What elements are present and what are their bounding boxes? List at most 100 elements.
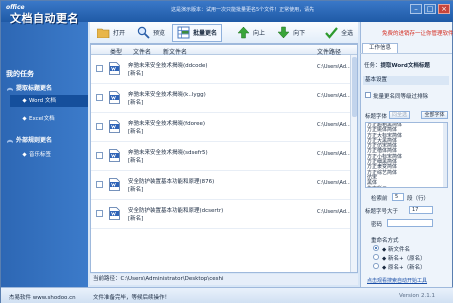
- search-unit-label: 段（行）: [407, 196, 430, 202]
- row-newname: [新名]: [128, 71, 144, 77]
- promo-link[interactable]: 免费的进销存一让你管理软件: [382, 29, 453, 37]
- batch-rename-label: 批量更名: [193, 30, 218, 37]
- sidebar-group-external-rules[interactable]: ︽ 外部规则更名: [7, 135, 52, 144]
- status-version: Version 2.1.1: [399, 293, 435, 299]
- maximize-button[interactable]: □: [424, 4, 436, 14]
- logo-title: 文档自动更名: [10, 12, 79, 25]
- table-row[interactable]: 奔驰未来安全技术揭晓(fdoree) [新名] C:\Users\Ad...: [91, 113, 357, 142]
- table-row[interactable]: 安全防护装置基本功能和原理(dcsertr) [新名] C:\Users\Ad...: [91, 200, 357, 229]
- move-up-button[interactable]: 向上: [232, 24, 270, 42]
- arrow-down-icon: [277, 26, 290, 39]
- preview-button[interactable]: 预览: [132, 24, 170, 42]
- radio-new-name[interactable]: [373, 245, 379, 251]
- table-row[interactable]: 奔驰未来安全技术揭晓(k..lygg) [新名] C:\Users\Ad...: [91, 84, 357, 113]
- move-down-button[interactable]: 向下: [272, 24, 310, 42]
- search-before-input[interactable]: 5: [392, 193, 404, 201]
- task-row: 任务：提取Word文档标题: [364, 61, 430, 69]
- select-all-fonts-button[interactable]: 同全选: [389, 111, 410, 119]
- current-path-value: C:\Users\Administrator\Desktop\ceshi: [120, 276, 224, 282]
- radio-new-name-label: ◆ 新文件名: [382, 247, 410, 253]
- close-button[interactable]: ×: [438, 4, 450, 14]
- rename-grid-icon: [177, 26, 190, 39]
- row-path: C:\Users\Ad...: [317, 180, 351, 186]
- row-path: C:\Users\Ad...: [317, 64, 351, 70]
- table-row[interactable]: 奔驰未来安全技术揭晓(ddcode) [新名] C:\Users\Ad...: [91, 55, 357, 84]
- row-filename: 安全防护装置基本功能和原理(876): [128, 179, 215, 185]
- vertical-scrollbar[interactable]: [350, 55, 357, 272]
- radio-old-plus-new[interactable]: [373, 263, 379, 269]
- font-list[interactable]: 方正超粗黑简体 方正姚体简体 方正大标宋简体 方正大黑简体 方正仿宋简体 方正楷体简体 方正…: [365, 122, 448, 188]
- table-row[interactable]: 安全防护装置基本功能和原理(876) [新名] C:\Users\Ad...: [91, 171, 357, 200]
- status-message: 文件准备完毕，等候后续操作！: [93, 295, 171, 301]
- row-path: C:\Users\Ad...: [317, 93, 351, 99]
- title-size-input[interactable]: 17: [409, 206, 433, 214]
- password-input[interactable]: [387, 219, 433, 227]
- sidebar-item-excel[interactable]: Excel文档: [22, 114, 55, 122]
- password-label: 密码: [371, 222, 383, 228]
- row-checkbox[interactable]: [96, 210, 103, 217]
- task-label: 任务：: [364, 63, 381, 69]
- bullet-icon: [22, 98, 27, 103]
- tab-work-info[interactable]: 工作信息: [362, 43, 398, 53]
- select-all-button[interactable]: 全选: [320, 24, 358, 42]
- arrow-up-icon: [237, 26, 250, 39]
- app-window: 这是演示版本：试用一次只能批量更名5个文件！正常使用，请先 – □ × offi…: [0, 0, 453, 303]
- file-table: 类型 文件名 新文件名 文件路径 奔驰未来安全技术揭晓(ddcode) [新名] C…: [90, 44, 358, 273]
- skip-checkbox[interactable]: [365, 92, 371, 98]
- font-list-scrollbar[interactable]: [443, 123, 447, 187]
- radio-new-plus-old[interactable]: [373, 254, 379, 260]
- skip-checkbox-label: 批量更名同等级过排除: [373, 94, 429, 100]
- font-list-item[interactable]: 华文彩云: [366, 186, 447, 187]
- bullet-icon: [22, 116, 27, 121]
- row-checkbox[interactable]: [96, 181, 103, 188]
- table-row[interactable]: 奔驰未来安全技术揭晓(sdsefr5) [新名] C:\Users\Ad...: [91, 142, 357, 171]
- bullet-icon: [22, 152, 27, 157]
- minimize-button[interactable]: –: [410, 4, 422, 14]
- current-path-bar: 当前路径：C:\Users\Administrator\Desktop\cesh…: [90, 274, 358, 285]
- help-link[interactable]: 点击观看搜索自动开始工具: [367, 277, 427, 284]
- batch-rename-button[interactable]: 批量更名: [172, 23, 223, 42]
- sidebar-item-label: 音乐标签: [29, 152, 52, 158]
- toolbar: 打开 预览 批量更名 向上 向下 全选: [90, 22, 358, 44]
- radio-old-plus-new-label: ◆ 原名+（新名）: [382, 265, 426, 271]
- all-fonts-button[interactable]: 全部字体: [421, 111, 448, 119]
- title-font-label: 标题字体: [365, 114, 388, 120]
- folder-icon: [97, 26, 110, 39]
- rename-mode-label: 重命名方式: [371, 238, 399, 244]
- sidebar-group-extract-title[interactable]: ︽ 提取标题更名: [7, 83, 52, 92]
- select-all-label: 全选: [341, 30, 354, 37]
- row-path: C:\Users\Ad...: [317, 209, 351, 215]
- checkmark-icon: [325, 26, 338, 39]
- preview-label: 预览: [153, 30, 166, 37]
- tab-divider: [360, 53, 452, 54]
- sidebar-group-label: 外部规则更名: [16, 137, 53, 144]
- font-list-items: 方正超粗黑简体 方正姚体简体 方正大标宋简体 方正大黑简体 方正仿宋简体 方正楷体简体 方正…: [366, 123, 447, 187]
- status-bar: 杰易软件 www.shodoo.cn 文件准备完毕，等候后续操作！ Versio…: [1, 287, 453, 303]
- word-document-icon: [109, 178, 120, 191]
- row-path: C:\Users\Ad...: [317, 122, 351, 128]
- sidebar-item-label: Word 文档: [29, 98, 56, 104]
- row-checkbox[interactable]: [96, 65, 103, 72]
- scrollbar-thumb[interactable]: [352, 57, 357, 117]
- row-checkbox[interactable]: [96, 123, 103, 130]
- word-document-icon: [109, 62, 120, 75]
- open-button[interactable]: 打开: [92, 24, 130, 42]
- sidebar-item-label: Excel文档: [29, 116, 55, 122]
- row-newname: [新名]: [128, 216, 144, 222]
- sidebar-item-music-tags[interactable]: 音乐标签: [22, 150, 52, 158]
- title-size-label: 标题字号大于: [365, 209, 399, 215]
- word-document-icon: [109, 120, 120, 133]
- status-vendor: 杰易软件 www.shodoo.cn: [9, 295, 76, 301]
- move-down-label: 向下: [293, 30, 306, 37]
- sidebar-group-label: 提取标题更名: [16, 85, 53, 92]
- row-newname: [新名]: [128, 100, 144, 106]
- task-value: 提取Word文档标题: [380, 63, 430, 69]
- row-filename: 奔驰未来安全技术揭晓(sdsefr5): [128, 150, 208, 156]
- search-before-label: 检索前: [371, 196, 388, 202]
- row-checkbox[interactable]: [96, 94, 103, 101]
- current-path-label: 当前路径：: [93, 276, 121, 282]
- row-checkbox[interactable]: [96, 152, 103, 159]
- sidebar-item-word[interactable]: Word 文档: [10, 95, 88, 107]
- word-document-icon: [109, 149, 120, 162]
- sidebar-title: 我的任务: [6, 70, 34, 78]
